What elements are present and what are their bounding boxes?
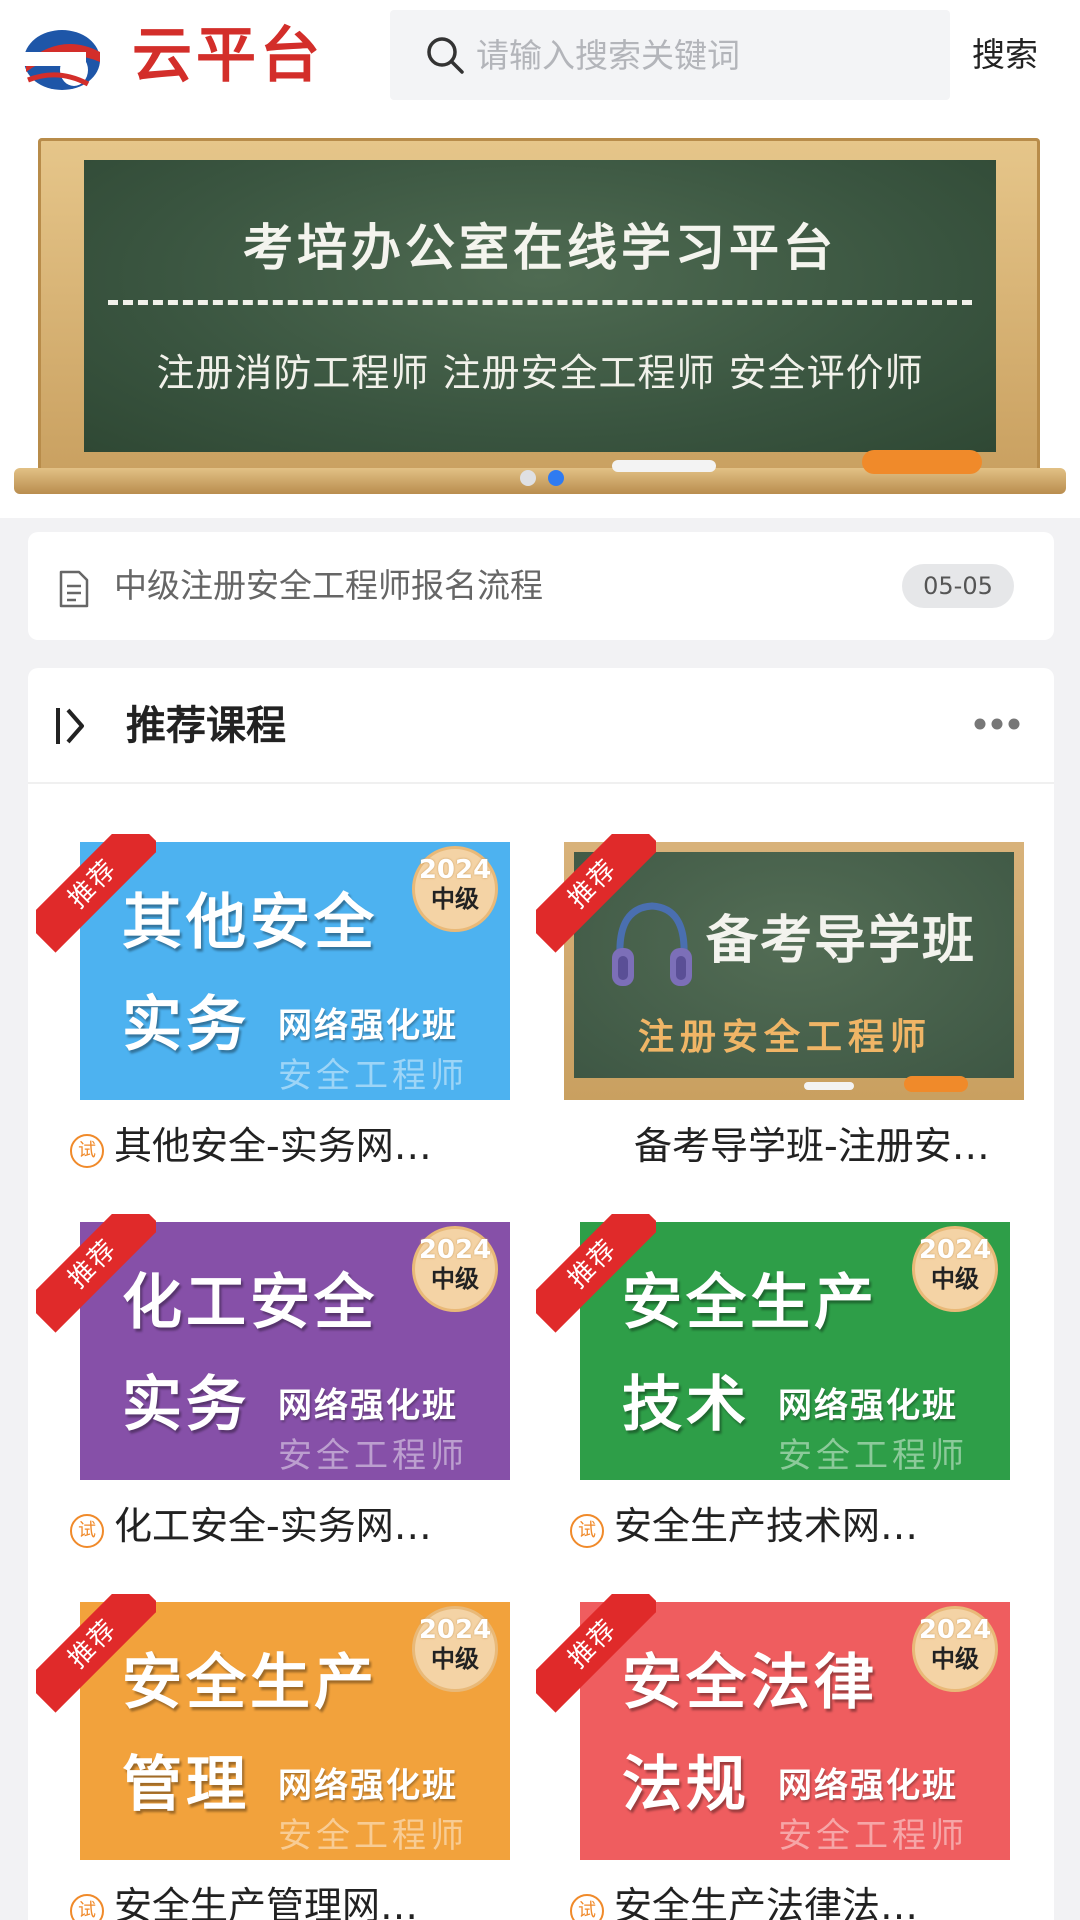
course-title[interactable]: 化工安全-实务网…: [114, 1498, 494, 1554]
course-card[interactable]: 安全法律 法规 网络强化班 安全工程师 2024 中级 推荐 试 安全生产法律法…: [536, 1594, 1010, 1920]
thumb-title-line1: 安全生产: [122, 1648, 378, 1718]
banner-divider: [108, 300, 972, 305]
level-badge: 2024 中级: [412, 1606, 498, 1692]
brand-title: 云平台: [132, 21, 324, 91]
trial-icon: 试: [570, 1894, 604, 1920]
notice-title: 中级注册安全工程师报名流程: [114, 566, 543, 605]
chalk-icon: [612, 460, 716, 472]
course-title[interactable]: 安全生产法律法…: [614, 1878, 994, 1920]
thumb-subtitle: 网络强化班: [778, 1766, 958, 1806]
course-card[interactable]: 备考导学班 注册安全工程师 推荐 备考导学班-注册安…: [536, 834, 1024, 1212]
section-marker-icon: [56, 708, 84, 744]
ribbon-label: 推荐: [536, 1214, 656, 1333]
thumb-subtitle: 网络强化班: [278, 1766, 458, 1806]
course-title[interactable]: 安全生产技术网…: [614, 1498, 994, 1554]
thumb-title-line1: 安全法律: [622, 1648, 878, 1718]
level-badge: 2024 中级: [412, 1226, 498, 1312]
badge-level: 中级: [931, 1645, 979, 1673]
badge-level: 中级: [931, 1265, 979, 1293]
ribbon-label: 推荐: [536, 1594, 656, 1713]
course-card[interactable]: 其他安全 实务 网络强化班 安全工程师 2024 中级 推荐 试 其他安全-实务网…: [36, 834, 510, 1212]
thumb-title-line2: 法规: [622, 1750, 750, 1820]
course-title[interactable]: 备考导学班-注册安…: [634, 1118, 1014, 1174]
recommended-courses: 推荐课程 其他安全 实务 网络强化班 安全工程师 2024 中级 推荐 试 其他安…: [28, 668, 1054, 1920]
chalk-icon: [804, 1082, 854, 1090]
more-icon[interactable]: [972, 712, 1022, 736]
level-badge: 2024 中级: [412, 846, 498, 932]
banner-subtitle: 注册消防工程师 注册安全工程师 安全评价师: [156, 351, 924, 395]
thumb-watermark: 安全工程师: [778, 1816, 968, 1856]
eraser-icon: [904, 1076, 968, 1092]
course-card[interactable]: 化工安全 实务 网络强化班 安全工程师 2024 中级 推荐 试 化工安全-实务网…: [36, 1214, 510, 1592]
badge-year: 2024: [418, 855, 492, 885]
thumb-subtitle: 网络强化班: [278, 1006, 458, 1046]
search-button[interactable]: 搜索: [972, 30, 1038, 80]
thumb-watermark: 安全工程师: [278, 1056, 468, 1096]
thumb-title-line2: 技术: [622, 1370, 750, 1440]
search-box[interactable]: [390, 10, 950, 100]
notice-date-badge: 05-05: [902, 564, 1014, 608]
badge-level: 中级: [431, 885, 479, 913]
badge-year: 2024: [918, 1615, 992, 1645]
recommend-ribbon: 推荐: [36, 1214, 156, 1334]
trial-icon: 试: [70, 1514, 104, 1548]
carousel-dot-2[interactable]: [548, 470, 564, 486]
ribbon-label: 推荐: [36, 1214, 156, 1333]
ribbon-label: 推荐: [36, 1594, 156, 1713]
badge-year: 2024: [918, 1235, 992, 1265]
badge-year: 2024: [418, 1615, 492, 1645]
level-badge: 2024 中级: [912, 1226, 998, 1312]
course-title[interactable]: 其他安全-实务网…: [114, 1118, 494, 1174]
eraser-icon: [862, 450, 982, 474]
thumb-title-line2: 管理: [122, 1750, 250, 1820]
thumb-title-line1: 安全生产: [622, 1268, 878, 1338]
thumb-title-line1: 其他安全: [122, 888, 378, 958]
badge-level: 中级: [431, 1645, 479, 1673]
trial-icon: 试: [570, 1514, 604, 1548]
thumb-title-line1: 化工安全: [122, 1268, 378, 1338]
trial-icon: 试: [70, 1894, 104, 1920]
ribbon-label: 推荐: [36, 834, 156, 953]
recommend-ribbon: 推荐: [536, 1214, 656, 1334]
top-bar: 云平台 搜索: [0, 0, 1080, 118]
thumb-title-line1: 备考导学班: [706, 911, 977, 971]
thumb-subtitle: 网络强化班: [278, 1386, 458, 1426]
chalkboard: 考培办公室在线学习平台 注册消防工程师 注册安全工程师 安全评价师: [84, 160, 996, 452]
section-header: 推荐课程: [28, 668, 1054, 784]
thumb-watermark: 安全工程师: [278, 1436, 468, 1476]
thumb-subtitle: 注册安全工程师: [638, 1017, 933, 1058]
recommend-ribbon: 推荐: [536, 1594, 656, 1714]
section-title: 推荐课程: [126, 703, 286, 749]
document-icon: [59, 570, 89, 608]
notice-item[interactable]: 中级注册安全工程师报名流程 05-05: [28, 532, 1054, 640]
recommend-ribbon: 推荐: [536, 834, 656, 954]
badge-level: 中级: [431, 1265, 479, 1293]
search-icon: [427, 37, 464, 74]
course-card[interactable]: 安全生产 技术 网络强化班 安全工程师 2024 中级 推荐 试 安全生产技术网…: [536, 1214, 1010, 1592]
recommend-ribbon: 推荐: [36, 1594, 156, 1714]
thumb-watermark: 安全工程师: [778, 1436, 968, 1476]
carousel-dot-1[interactable]: [520, 470, 536, 486]
thumb-title-line2: 实务: [122, 990, 250, 1060]
banner-carousel[interactable]: 考培办公室在线学习平台 注册消防工程师 注册安全工程师 安全评价师: [0, 118, 1080, 518]
banner-title: 考培办公室在线学习平台: [243, 219, 837, 277]
thumb-subtitle: 网络强化班: [778, 1386, 958, 1426]
trial-icon: 试: [70, 1134, 104, 1168]
logo-icon: [24, 30, 100, 90]
course-card[interactable]: 安全生产 管理 网络强化班 安全工程师 2024 中级 推荐 试 安全生产管理网…: [36, 1594, 510, 1920]
badge-year: 2024: [418, 1235, 492, 1265]
level-badge: 2024 中级: [912, 1606, 998, 1692]
recommend-ribbon: 推荐: [36, 834, 156, 954]
thumb-watermark: 安全工程师: [278, 1816, 468, 1856]
thumb-title-line2: 实务: [122, 1370, 250, 1440]
ribbon-label: 推荐: [536, 834, 656, 953]
course-title[interactable]: 安全生产管理网…: [114, 1878, 494, 1920]
search-input[interactable]: [476, 30, 916, 80]
